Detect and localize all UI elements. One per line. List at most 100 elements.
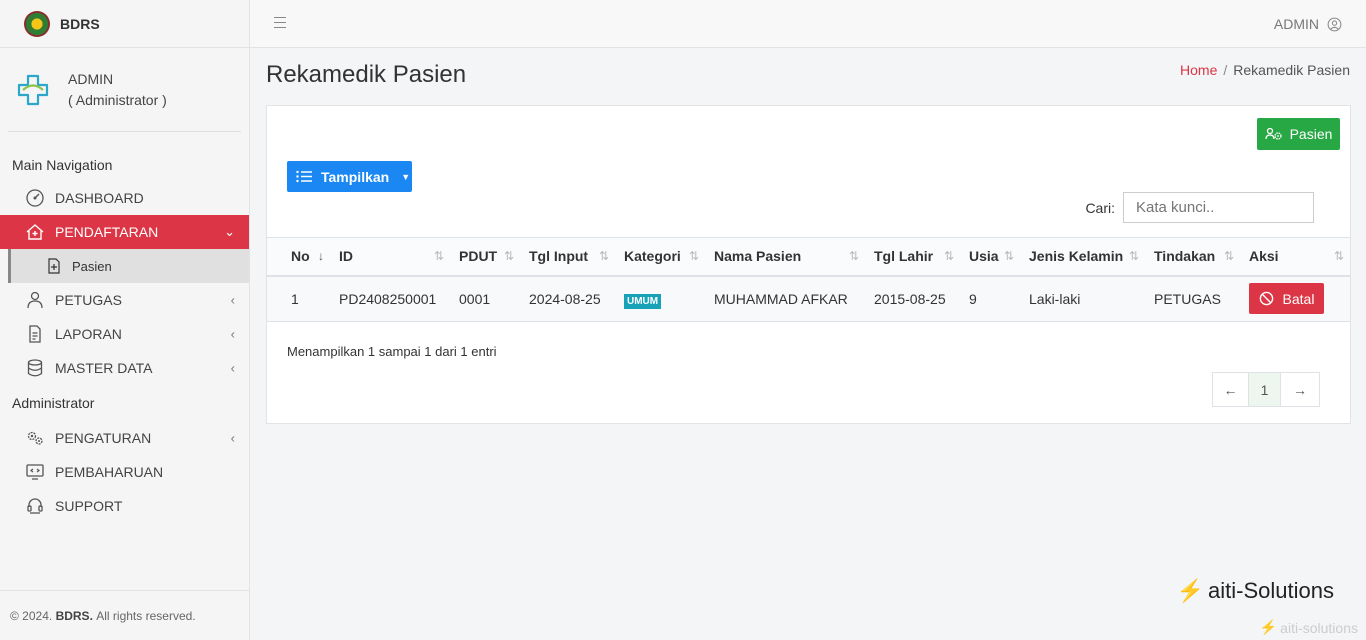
sidebar-item-support[interactable]: SUPPORT	[0, 489, 249, 523]
dashboard-gauge-icon	[24, 187, 46, 209]
sort-icon: ⇅	[503, 249, 514, 264]
sidebar-item-petugas[interactable]: PETUGAS ‹	[0, 283, 249, 317]
sidebar-item-label: PETUGAS	[55, 292, 122, 308]
lightning-icon: ⚡	[1176, 578, 1205, 603]
headset-icon	[24, 495, 46, 517]
breadcrumb-current: Rekamedik Pasien	[1233, 62, 1350, 78]
sidebar-item-label: PEMBAHARUAN	[55, 464, 164, 480]
sidebar-item-laporan[interactable]: LAPORAN ‹	[0, 317, 249, 351]
column-header-tgl-input[interactable]: Tgl Input ⇅	[520, 238, 615, 276]
sort-icon: ⇅	[1223, 249, 1234, 264]
sidebar-item-label: DASHBOARD	[55, 190, 144, 206]
user-panel: ADMIN ( Administrator )	[8, 48, 241, 132]
footer-prefix: © 2024.	[10, 608, 53, 623]
sidebar-item-dashboard[interactable]: DASHBOARD	[0, 181, 249, 215]
sort-icon: ⇅	[943, 249, 954, 264]
monitor-code-icon	[24, 461, 46, 483]
tampilkan-label: Tampilkan	[321, 168, 390, 185]
cell-tgl-lahir: 2015-08-25	[874, 290, 946, 307]
column-header-tindakan[interactable]: Tindakan ⇅	[1145, 238, 1240, 276]
lightning-icon: ⚡	[1259, 619, 1278, 635]
column-header-no[interactable]: No ↓	[267, 238, 330, 276]
search-input[interactable]	[1123, 192, 1314, 223]
footer-suffix: All rights reserved.	[96, 608, 196, 623]
column-header-aksi[interactable]: Aksi ⇅	[1240, 238, 1350, 276]
sidebar-item-pendaftaran[interactable]: PENDAFTARAN ⌄	[0, 215, 249, 249]
gears-icon	[24, 427, 46, 449]
watermark-small-text: aiti-solutions	[1280, 619, 1358, 636]
data-card: Pasien Tampilkan ▼ Cari: No↓ ID⇅ PDUT⇅ T…	[266, 105, 1351, 424]
cell-usia: 9	[969, 290, 977, 307]
breadcrumb: Home / Rekamedik Pasien	[1180, 62, 1350, 78]
sort-icon: ⇅	[1003, 249, 1014, 264]
column-header-nama-pasien[interactable]: Nama Pasien ⇅	[705, 238, 865, 276]
cell-no: 1	[291, 290, 299, 307]
nav-header-admin: Administrator	[12, 395, 95, 411]
column-header-usia[interactable]: Usia ⇅	[960, 238, 1020, 276]
topbar-user-name: ADMIN	[1273, 16, 1319, 32]
column-header-jenis-kelamin[interactable]: Jenis Kelamin ⇅	[1020, 238, 1145, 276]
nav-header-main: Main Navigation	[12, 157, 113, 173]
footer-copyright: © 2024. BDRS. All rights reserved.	[0, 590, 250, 640]
sort-icon: ⇅	[1128, 249, 1139, 264]
sidebar-item-label: PENDAFTARAN	[55, 224, 159, 240]
cell-jenis-kelamin: Laki-laki	[1029, 290, 1081, 307]
database-icon	[24, 357, 46, 379]
breadcrumb-home-link[interactable]: Home	[1180, 62, 1217, 78]
sidebar-item-pembaharuan[interactable]: PEMBAHARUAN	[0, 455, 249, 489]
kategori-badge: UMUM	[624, 293, 662, 309]
hamburger-menu-icon[interactable]	[274, 17, 286, 29]
cell-tindakan: PETUGAS	[1154, 290, 1221, 307]
sidebar-subitem-label: Pasien	[72, 258, 112, 274]
pagination-next-button[interactable]: →	[1281, 373, 1319, 406]
sidebar-subitem-pasien[interactable]: Pasien	[8, 249, 249, 283]
pagination-prev-button[interactable]: ←	[1213, 373, 1249, 406]
batal-button[interactable]: Batal	[1249, 283, 1324, 315]
sidebar-item-master-data[interactable]: MASTER DATA ‹	[0, 351, 249, 385]
chevron-left-icon: ‹	[230, 326, 235, 342]
sidebar-item-label: MASTER DATA	[55, 360, 153, 376]
watermark-logo: ⚡ aiti-Solutions	[1177, 578, 1334, 604]
watermark-text: aiti-Solutions	[1208, 578, 1334, 603]
caret-down-icon: ▼	[401, 171, 411, 182]
pagination: ← 1 →	[1212, 372, 1320, 407]
sort-icon: ⇅	[848, 249, 859, 264]
add-pasien-button[interactable]: Pasien	[1257, 118, 1340, 150]
chevron-down-icon: ⌄	[224, 224, 235, 239]
brand[interactable]: BDRS	[0, 0, 249, 48]
sidebar-item-label: LAPORAN	[55, 326, 122, 342]
users-icon	[24, 289, 46, 311]
topbar-user-menu[interactable]: ADMIN	[1274, 16, 1342, 32]
cell-aksi: Batal	[1240, 276, 1350, 322]
ban-icon	[1259, 291, 1273, 306]
sidebar: BDRS ADMIN ( Administrator ) Main Naviga…	[0, 0, 250, 640]
pagination-page-1[interactable]: 1	[1249, 373, 1281, 406]
column-header-tgl-lahir[interactable]: Tgl Lahir ⇅	[865, 238, 960, 276]
column-header-id[interactable]: ID ⇅	[330, 238, 450, 276]
table-info: Menampilkan 1 sampai 1 dari 1 entri	[287, 344, 497, 359]
brand-logo	[24, 10, 50, 37]
user-name: ADMIN	[68, 70, 114, 87]
list-icon	[296, 170, 312, 183]
brand-name: BDRS	[60, 15, 100, 32]
table-row: 1 PD2408250001 0001 2024-08-25 UMUM MUHA…	[267, 275, 1350, 322]
sort-icon: ⇅	[433, 249, 444, 264]
medical-cross-icon	[17, 74, 49, 105]
cell-pdut: 0001	[459, 290, 491, 307]
sidebar-item-pengaturan[interactable]: PENGATURAN ‹	[0, 421, 249, 455]
sidebar-item-label: PENGATURAN	[55, 430, 152, 446]
topbar: ADMIN	[250, 0, 1366, 48]
breadcrumb-separator: /	[1223, 62, 1228, 78]
table-header-row: No ↓ ID ⇅ PDUT ⇅ Tgl Input ⇅ Kategori ⇅ Nama …	[267, 237, 1350, 276]
page-title: Rekamedik Pasien	[266, 61, 467, 88]
tampilkan-dropdown-button[interactable]: Tampilkan ▼	[287, 161, 412, 192]
sort-desc-icon: ↓	[318, 249, 324, 264]
column-header-pdut[interactable]: PDUT ⇅	[450, 238, 520, 276]
cell-kategori: UMUM	[615, 276, 705, 322]
cell-nama: MUHAMMAD AFKAR	[714, 290, 848, 307]
sort-icon: ⇅	[688, 249, 699, 264]
sort-icon: ⇅	[1333, 249, 1344, 264]
sidebar-item-label: SUPPORT	[55, 498, 123, 514]
column-header-kategori[interactable]: Kategori ⇅	[615, 238, 705, 276]
sort-icon: ⇅	[598, 249, 609, 264]
